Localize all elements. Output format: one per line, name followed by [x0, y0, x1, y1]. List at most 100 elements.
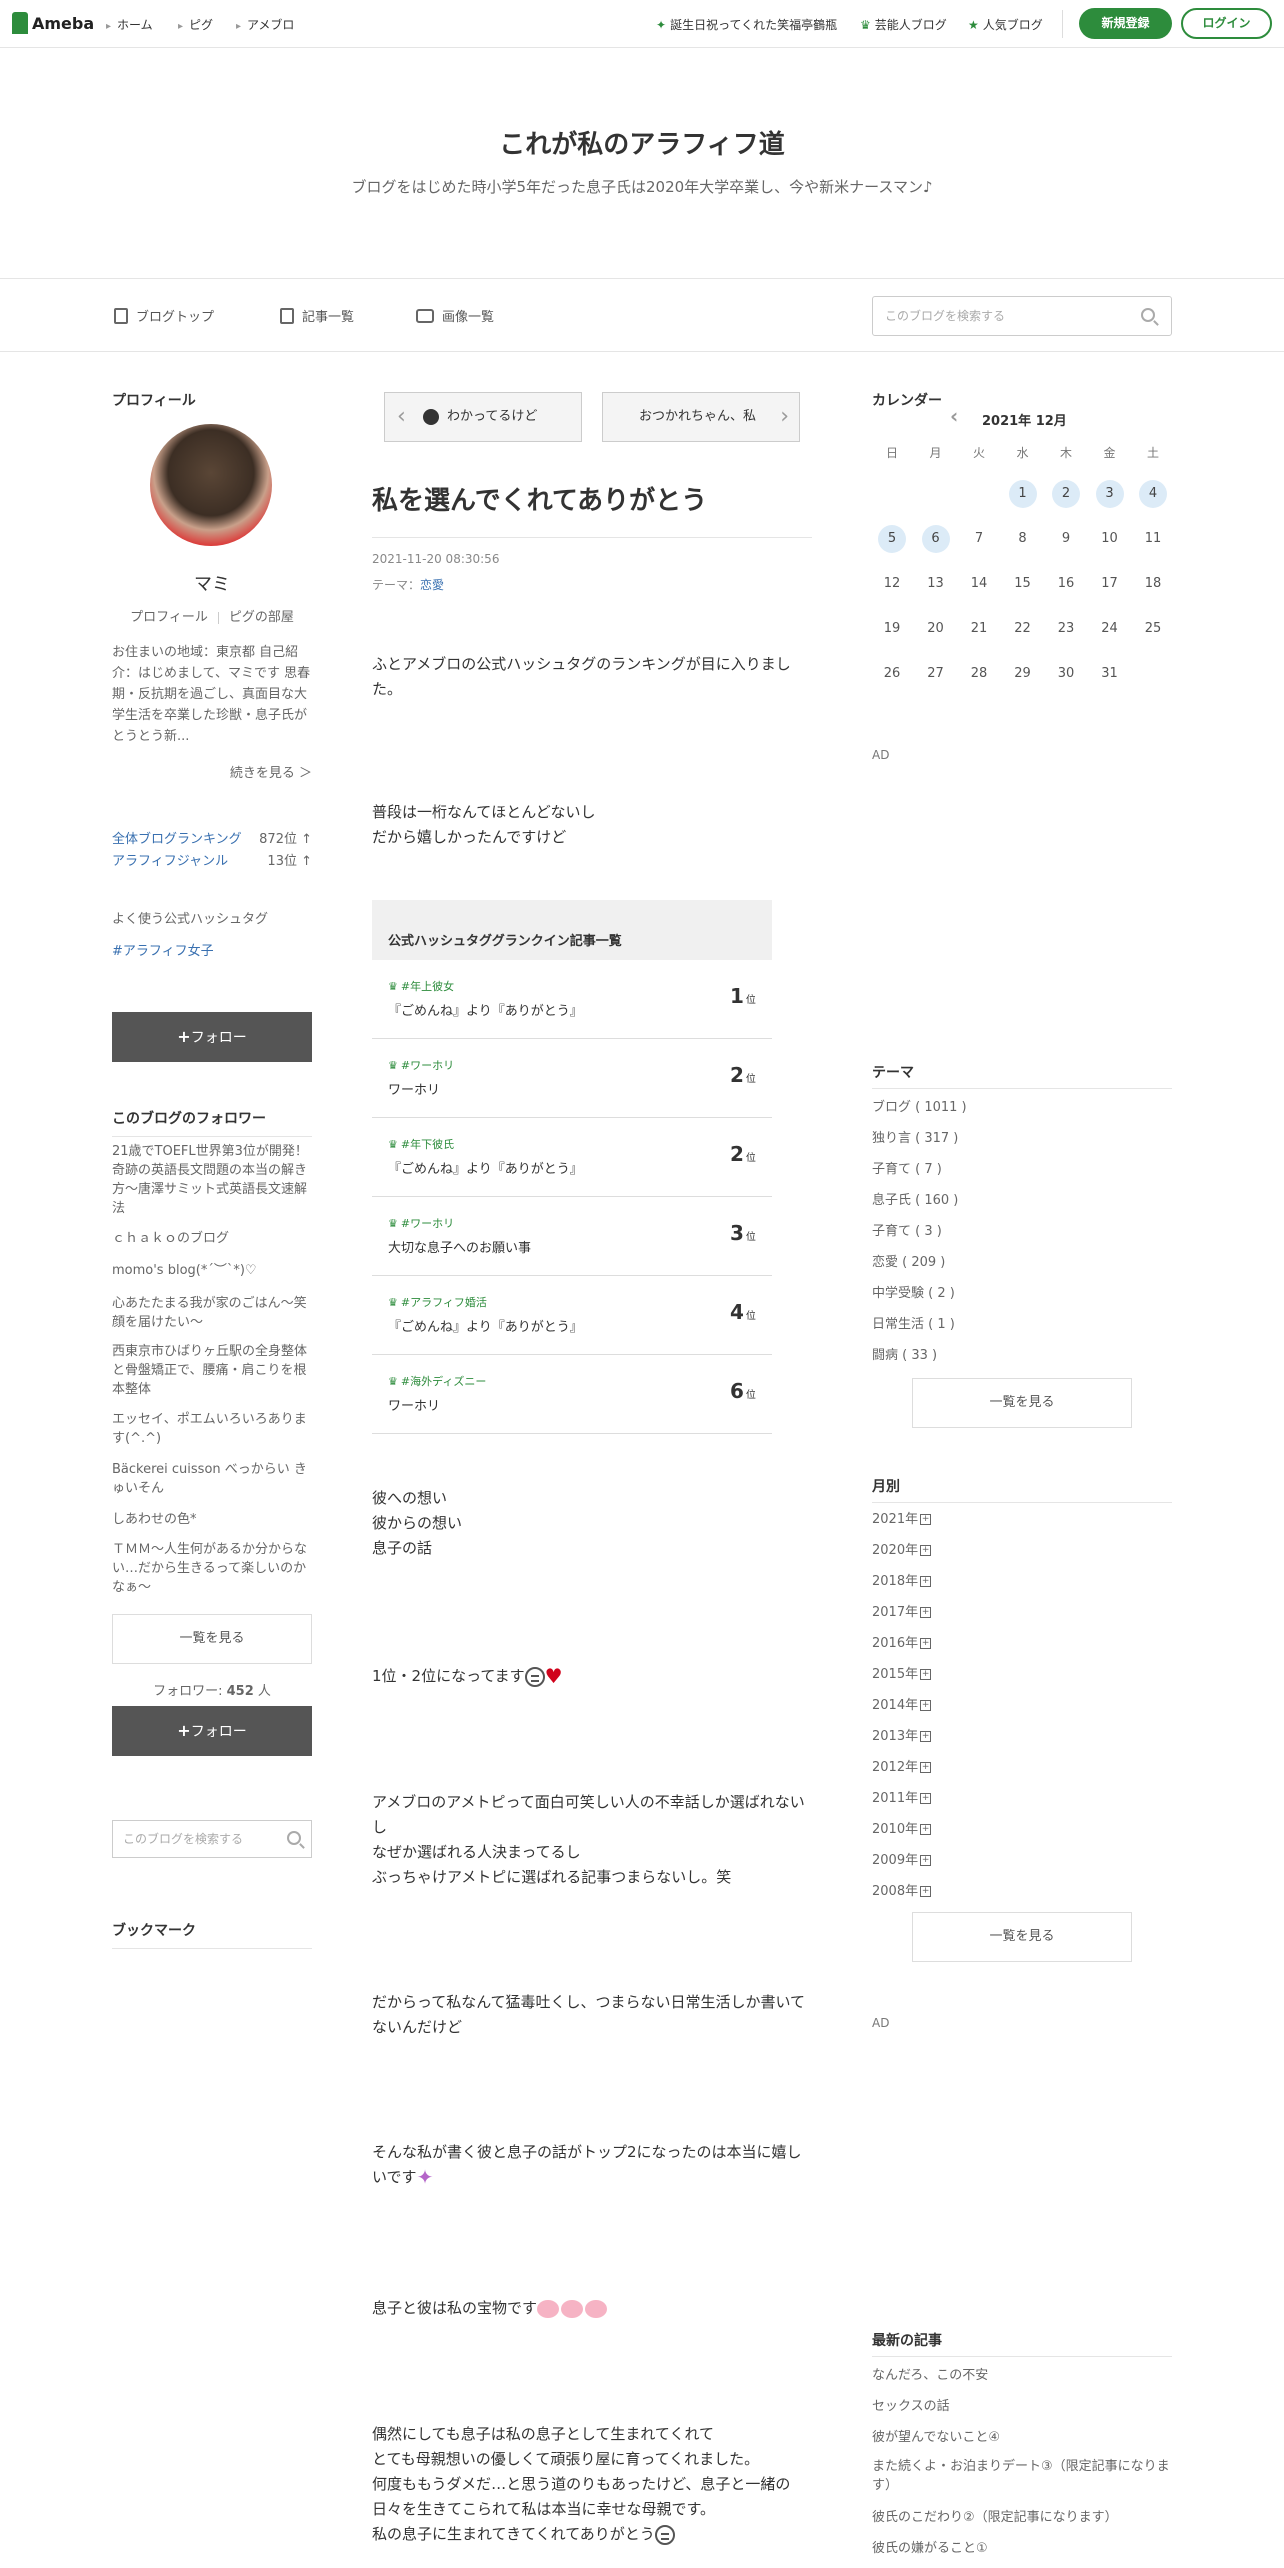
recent-item[interactable]: 彼氏のこだわり②（限定記事になります）	[872, 2506, 1172, 2525]
theme-item[interactable]: 闘病 ( 33 )	[872, 1344, 1172, 1363]
month-item[interactable]: 2021年 +	[872, 1508, 1172, 1527]
month-item[interactable]: 2017年 +	[872, 1601, 1172, 1620]
month-item[interactable]: 2010年 +	[872, 1818, 1172, 1837]
rank-overall[interactable]: 全体ブログランキング 872位 ↑	[112, 828, 312, 847]
month-item[interactable]: 2012年 +	[872, 1756, 1172, 1775]
theme-item[interactable]: 独り言 ( 317 )	[872, 1127, 1172, 1146]
blog-title[interactable]: これが私のアラフィフ道	[0, 124, 1284, 161]
table-row[interactable]: #年下彼氏『ごめんね』より『ありがとう』2位	[372, 1118, 772, 1197]
heart-emoji-icon: ♥	[544, 1664, 563, 1688]
nav-blog-top[interactable]: ブログトップ	[114, 306, 214, 325]
month-item[interactable]: 2014年 +	[872, 1694, 1172, 1713]
avatar[interactable]	[150, 424, 272, 546]
follow-button[interactable]: +フォロー	[112, 1012, 312, 1062]
calendar-day: 30	[1057, 666, 1075, 681]
follower-item[interactable]: 21歳でTOEFL世界第3位が開発！奇跡の英語長文問題の本当の解き方〜唐澤サミッ…	[112, 1142, 314, 1218]
theme-item[interactable]: 子育て ( 7 )	[872, 1158, 1172, 1177]
month-item[interactable]: 2015年 +	[872, 1663, 1172, 1682]
post-title[interactable]: 私を選んでくれてありがとう	[372, 480, 812, 538]
star-icon: ★	[968, 18, 979, 32]
theme-item[interactable]: 子育て ( 3 )	[872, 1220, 1172, 1239]
follower-item[interactable]: 心あたたまる我が家のごはん〜笑顔を届けたい〜	[112, 1294, 314, 1332]
month-item[interactable]: 2009年 +	[872, 1849, 1172, 1868]
left-search-input[interactable]: このブログを検索する	[112, 1820, 312, 1858]
month-item[interactable]: 2018年 +	[872, 1570, 1172, 1589]
read-more-link[interactable]: 続きを見る ＞	[112, 762, 312, 781]
post-paragraph: 息子と彼は私の宝物です	[372, 2296, 812, 2321]
post-paragraph: アメブロのアメトピって面白可笑しい人の不幸話しか選ばれないし なぜか選ばれる人決ま…	[372, 1793, 805, 1886]
nav-featured-link[interactable]: ✦ 誕生日祝ってくれた笑福亭鶴瓶	[656, 16, 837, 33]
calendar-day: 13	[927, 576, 944, 591]
next-post-button[interactable]: おつかれちゃん、私 ›	[602, 392, 800, 442]
global-nav: Ameba ▸ ホーム ▸ ピグ ▸ アメブロ ✦ 誕生日祝ってくれた笑福亭鶴瓶 ♛ 芸能…	[0, 0, 1284, 48]
month-item[interactable]: 2013年 +	[872, 1725, 1172, 1744]
calendar-day[interactable]: 6	[921, 525, 950, 553]
login-button[interactable]: ログイン	[1181, 8, 1272, 39]
prev-post-button[interactable]: ‹ わかってるけど	[384, 392, 582, 442]
nav-celebrity-blog[interactable]: ♛ 芸能人ブログ	[860, 16, 947, 33]
follower-item[interactable]: しあわせの色*	[112, 1510, 314, 1529]
nav-ameblo[interactable]: ▸ アメブロ	[236, 16, 294, 33]
ameba-logo[interactable]: Ameba	[12, 12, 94, 34]
plus-icon: +	[920, 1607, 932, 1618]
pig-emoji-icon	[537, 2299, 560, 2318]
nav-image-list[interactable]: 画像一覧	[416, 306, 494, 325]
pig-room-link[interactable]: ピグの部屋	[229, 610, 294, 625]
profile-link[interactable]: プロフィール	[130, 610, 208, 625]
sparkle-icon: ✦	[656, 18, 667, 32]
month-item[interactable]: 2011年 +	[872, 1787, 1172, 1806]
chevron-left-icon[interactable]: ‹	[950, 404, 958, 428]
themes-see-all-button[interactable]: 一覧を見る	[912, 1378, 1132, 1428]
signup-button[interactable]: 新規登録	[1079, 8, 1172, 39]
follow-button-2[interactable]: +フォロー	[112, 1706, 312, 1756]
calendar-day: 18	[1144, 576, 1162, 591]
calendar-day: 21	[970, 621, 988, 636]
follower-item[interactable]: エッセイ、ポエムいろいろあります(^.^)	[112, 1410, 314, 1448]
search-icon[interactable]	[1141, 308, 1155, 322]
calendar-day[interactable]: 3	[1095, 480, 1124, 508]
calendar-day[interactable]: 2	[1052, 480, 1080, 508]
theme-item[interactable]: 息子氏 ( 160 )	[872, 1189, 1172, 1208]
follower-item[interactable]: ｃｈａｋｏのブログ	[112, 1229, 314, 1248]
profile-title: プロフィール	[112, 393, 196, 409]
theme-item[interactable]: 中学受験 ( 2 )	[872, 1282, 1172, 1301]
nav-popular-blog[interactable]: ★ 人気ブログ	[968, 16, 1043, 33]
theme-item[interactable]: 日常生活 ( 1 )	[872, 1313, 1172, 1332]
nav-pig[interactable]: ▸ ピグ	[178, 16, 213, 33]
calendar-day[interactable]: 5	[878, 525, 906, 553]
table-row[interactable]: #アラフィフ婚活『ごめんね』より『ありがとう』4位	[372, 1276, 772, 1355]
recent-item[interactable]: 彼氏の嫌がること①	[872, 2537, 1172, 2556]
follower-item[interactable]: momo's blog(*´︶`*)♡	[112, 1261, 314, 1280]
follower-item[interactable]: Bäckerei cuisson べっからい きゅいそん	[112, 1460, 314, 1498]
weekday-label: 金	[1103, 446, 1116, 460]
calendar-day[interactable]: 4	[1139, 480, 1167, 508]
rank-genre[interactable]: アラフィフジャンル 13位 ↑	[112, 850, 312, 869]
follower-item[interactable]: 西東京市ひばりヶ丘駅の全身整体と骨盤矯正で、腰痛・肩こりを根本整体	[112, 1342, 314, 1399]
ad-label: AD	[872, 748, 890, 762]
nav-home[interactable]: ▸ ホーム	[106, 16, 153, 33]
theme-item[interactable]: 恋愛 ( 209 )	[872, 1251, 1172, 1270]
weekday-label: 月	[929, 446, 942, 460]
monthly-see-all-button[interactable]: 一覧を見る	[912, 1912, 1132, 1962]
follower-item[interactable]: ＴＭＭ～人生何があるか分からない…だから生きるって楽しいのかなぁ～	[112, 1540, 314, 1597]
theme-link[interactable]: 恋愛	[420, 578, 444, 592]
recent-item[interactable]: 彼が望んでないこと④	[872, 2426, 1172, 2445]
blog-search-input[interactable]: このブログを検索する	[872, 296, 1172, 336]
recent-item[interactable]: セックスの話	[872, 2395, 1172, 2414]
calendar-day[interactable]: 1	[1008, 480, 1037, 508]
search-icon[interactable]	[287, 1831, 301, 1845]
table-row[interactable]: #ワーホリワーホリ2位	[372, 1039, 772, 1118]
table-row[interactable]: #ワーホリ大切な息子へのお願い事3位	[372, 1197, 772, 1276]
table-row[interactable]: #海外ディズニーワーホリ6位	[372, 1355, 772, 1434]
month-item[interactable]: 2020年 +	[872, 1539, 1172, 1558]
hashtag-link[interactable]: #アラフィフ女子	[112, 940, 214, 959]
theme-item[interactable]: ブログ ( 1011 )	[872, 1096, 1172, 1115]
weekday-label: 水	[1016, 446, 1029, 460]
table-row[interactable]: #年上彼女『ごめんね』より『ありがとう』1位	[372, 960, 772, 1039]
month-item[interactable]: 2008年 +	[872, 1880, 1172, 1899]
month-item[interactable]: 2016年 +	[872, 1632, 1172, 1651]
recent-item[interactable]: また続くよ・お泊まりデート③（限定記事になります）	[872, 2457, 1172, 2495]
recent-item[interactable]: なんだろ、この不安	[872, 2364, 1172, 2383]
nav-article-list[interactable]: 記事一覧	[280, 306, 354, 325]
followers-see-all-button[interactable]: 一覧を見る	[112, 1614, 312, 1664]
